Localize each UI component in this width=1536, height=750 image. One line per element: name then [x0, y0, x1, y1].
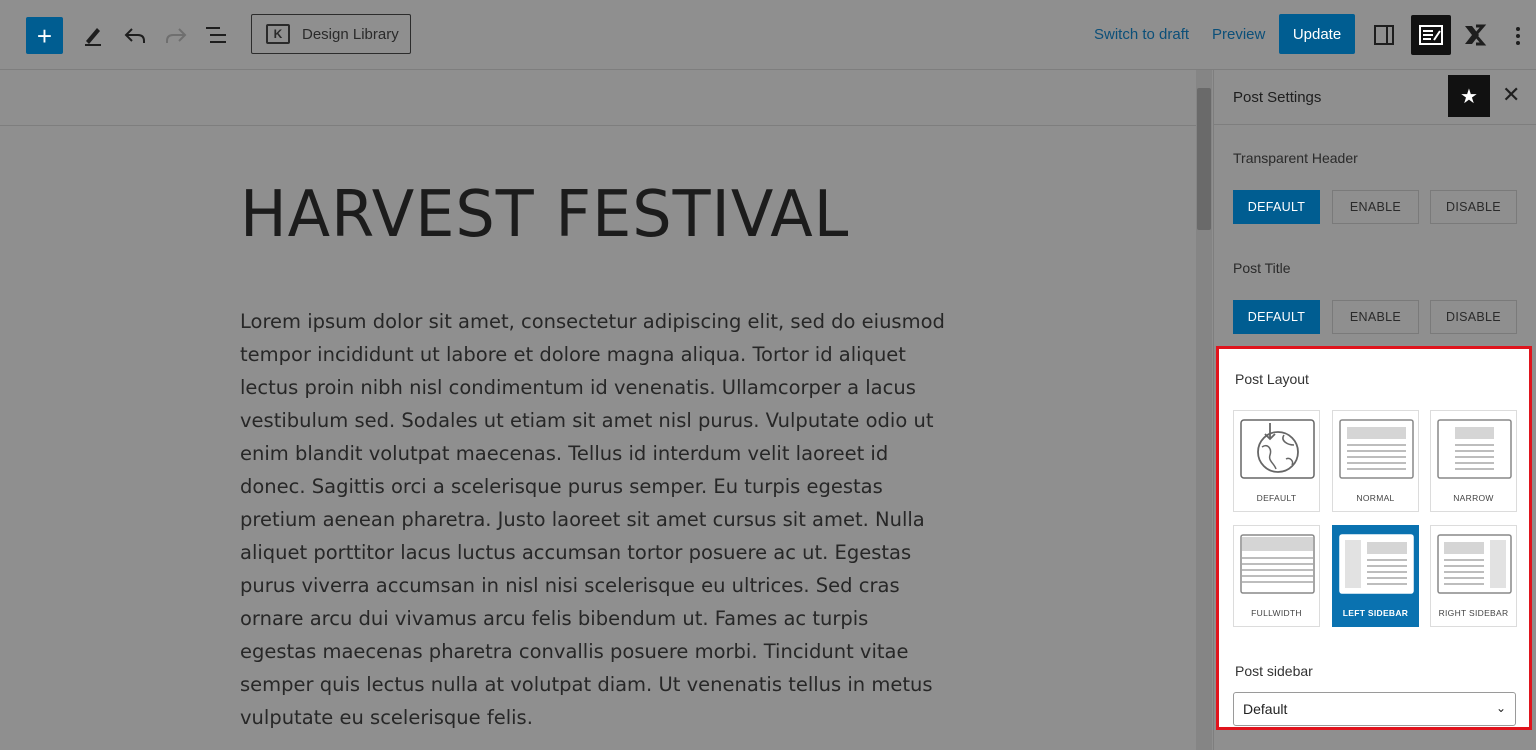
- transparent-header-enable[interactable]: ENABLE: [1332, 190, 1419, 224]
- layout-option-default[interactable]: DEFAULT: [1233, 410, 1320, 512]
- normal-layout-icon: [1339, 419, 1414, 479]
- close-sidebar-button[interactable]: ✕: [1502, 84, 1520, 106]
- layout-option-normal[interactable]: NORMAL: [1332, 410, 1419, 512]
- more-options-button[interactable]: [1512, 22, 1524, 50]
- star-icon: ★: [1460, 85, 1478, 108]
- switch-to-draft-link[interactable]: Switch to draft: [1094, 26, 1189, 43]
- post-body-paragraph[interactable]: Lorem ipsum dolor sit amet, consectetur …: [240, 305, 950, 734]
- layout-caption: LEFT SIDEBAR: [1342, 608, 1409, 618]
- post-sidebar-select[interactable]: Default ⌄: [1233, 692, 1516, 726]
- layout-option-fullwidth[interactable]: FULLWIDTH: [1233, 525, 1320, 627]
- right-sidebar-layout-icon: [1437, 534, 1512, 594]
- redo-button[interactable]: [163, 22, 189, 48]
- editor-toolbar: + K Design Library Switch to draft Previ…: [0, 0, 1536, 70]
- design-library-label: Design Library: [302, 25, 399, 43]
- left-sidebar-layout-icon: [1339, 534, 1414, 594]
- layout-option-right-sidebar[interactable]: RIGHT SIDEBAR: [1430, 525, 1517, 627]
- kadence-logo-icon: K: [266, 24, 290, 44]
- layout-option-left-sidebar[interactable]: LEFT SIDEBAR: [1332, 525, 1419, 627]
- list-view-button[interactable]: [203, 22, 229, 48]
- globe-default-icon: [1240, 419, 1315, 479]
- kadence-icon: [1465, 24, 1487, 46]
- update-button[interactable]: Update: [1279, 14, 1355, 54]
- sidebar-toggle-button[interactable]: [1372, 23, 1396, 47]
- post-sidebar-value: Default: [1243, 701, 1288, 717]
- undo-icon: [124, 28, 145, 43]
- tools-button[interactable]: [80, 22, 106, 48]
- more-options-icon: [1516, 27, 1520, 31]
- fullwidth-layout-icon: [1240, 534, 1315, 594]
- close-icon: ✕: [1502, 82, 1521, 107]
- layout-option-narrow[interactable]: NARROW: [1430, 410, 1517, 512]
- preview-link[interactable]: Preview: [1212, 26, 1265, 43]
- sidebar-toggle-icon: [1374, 25, 1394, 45]
- post-layout-panel: Post Layout DEFAULT NORMAL NARROW FULLWI…: [1216, 346, 1532, 730]
- layout-caption: RIGHT SIDEBAR: [1438, 608, 1509, 618]
- pencil-icon: [85, 28, 101, 46]
- post-title-enable[interactable]: ENABLE: [1332, 300, 1419, 334]
- layout-caption: NORMAL: [1356, 493, 1395, 503]
- pin-star-button[interactable]: ★: [1448, 75, 1490, 117]
- transparent-header-default[interactable]: DEFAULT: [1233, 190, 1320, 224]
- post-title-disable[interactable]: DISABLE: [1430, 300, 1517, 334]
- transparent-header-disable[interactable]: DISABLE: [1430, 190, 1517, 224]
- redo-icon: [166, 28, 187, 43]
- post-layout-label: Post Layout: [1235, 371, 1309, 387]
- sidebar-title: Post Settings: [1233, 89, 1322, 106]
- post-sidebar-label: Post sidebar: [1235, 663, 1313, 679]
- add-block-button[interactable]: +: [26, 17, 63, 54]
- undo-button[interactable]: [122, 22, 148, 48]
- layout-caption: FULLWIDTH: [1251, 608, 1302, 618]
- post-title-label: Post Title: [1233, 260, 1291, 276]
- editor-scrollbar-thumb[interactable]: [1197, 88, 1211, 230]
- post-title-default[interactable]: DEFAULT: [1233, 300, 1320, 334]
- canvas-header-strip: [0, 70, 1196, 126]
- plus-icon: +: [36, 20, 53, 51]
- post-settings-button[interactable]: [1411, 15, 1451, 55]
- kadence-button[interactable]: [1462, 21, 1490, 49]
- layout-caption: DEFAULT: [1256, 493, 1297, 503]
- post-settings-icon: [1419, 25, 1443, 45]
- chevron-down-icon: ⌄: [1495, 701, 1506, 715]
- post-title[interactable]: HARVEST FESTIVAL: [240, 178, 849, 252]
- transparent-header-label: Transparent Header: [1233, 150, 1358, 166]
- list-view-icon: [206, 27, 226, 43]
- narrow-layout-icon: [1437, 419, 1512, 479]
- sidebar-header: Post Settings ★ ✕: [1214, 70, 1536, 125]
- design-library-button[interactable]: K Design Library: [251, 14, 411, 54]
- layout-caption: NARROW: [1453, 493, 1494, 503]
